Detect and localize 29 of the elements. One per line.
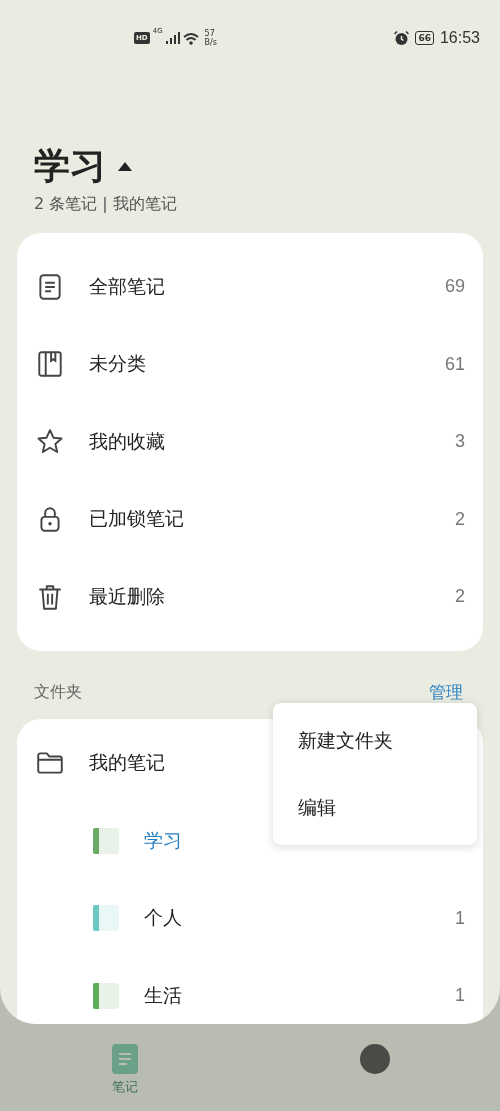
category-label[interactable]: 全部笔记	[89, 273, 445, 300]
manage-button[interactable]: 管理	[429, 681, 463, 704]
battery-indicator: 66	[415, 31, 434, 45]
notebook-subtitle: 2 条笔记 | 我的笔记	[34, 194, 178, 215]
note-count: 2	[455, 508, 465, 530]
category-label[interactable]: 最近删除	[89, 583, 455, 610]
collapse-arrow-icon[interactable]	[118, 161, 132, 171]
clock-time: 16:53	[439, 29, 480, 47]
category-label[interactable]: 我的收藏	[89, 428, 455, 455]
notebook-title[interactable]: 学习	[34, 142, 106, 190]
note-count: 3	[455, 431, 465, 453]
wifi-icon	[182, 31, 199, 45]
subfolder-label[interactable]: 生活	[144, 982, 455, 1009]
note-count: 1	[455, 907, 465, 929]
section-title: 文件夹	[34, 682, 82, 703]
category-label[interactable]: 已加锁笔记	[89, 506, 455, 533]
menu-item[interactable]: 新建文件夹	[273, 707, 477, 774]
category-label[interactable]: 未分类	[89, 351, 445, 378]
note-count: 2	[455, 586, 465, 608]
alarm-icon	[394, 30, 410, 46]
menu-item[interactable]: 编辑	[273, 774, 477, 841]
speed-unit: B/s	[204, 38, 217, 47]
note-count: 1	[455, 985, 465, 1007]
notebook-icon	[35, 349, 65, 380]
speed-value: 57	[204, 29, 216, 38]
note-count: 69	[444, 276, 465, 298]
subfolder-label[interactable]: 个人	[144, 905, 455, 932]
signal-icon	[165, 32, 180, 44]
note-count: 61	[444, 353, 465, 375]
